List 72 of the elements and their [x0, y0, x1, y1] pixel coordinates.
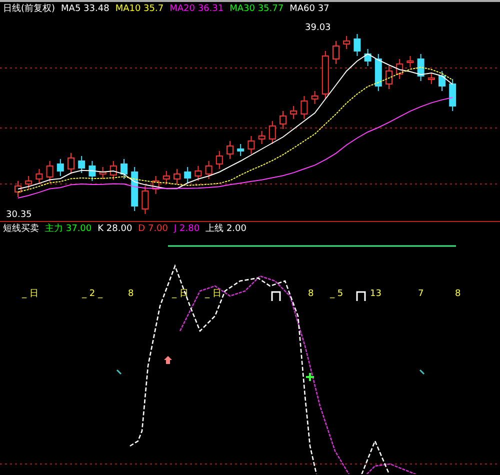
candlestick: [226, 140, 234, 160]
candlestick: [396, 58, 404, 80]
legend-item: J 2.80: [174, 224, 200, 234]
legend-item: MA60 37: [290, 4, 330, 14]
signal-count-label: 13: [370, 289, 382, 299]
candlestick: [268, 120, 276, 144]
tick-icon: [116, 369, 122, 375]
candlestick: [216, 150, 223, 170]
candlestick: [280, 110, 286, 130]
candlestick: [56, 158, 64, 176]
candlestick: [417, 54, 424, 82]
candlestick: [68, 152, 74, 174]
candlestick: [290, 106, 298, 120]
candlestick: [438, 70, 446, 92]
plus-icon: [305, 372, 315, 382]
candlestick: [343, 36, 350, 50]
candlestick: [14, 180, 22, 198]
candlestick: [322, 50, 329, 100]
candlestick: [248, 136, 255, 154]
candlestick: [162, 170, 170, 184]
legend-item: MA5 33.48: [61, 4, 110, 14]
candlestick: [131, 166, 138, 212]
candlestick: [205, 160, 212, 180]
candlestick: [120, 158, 128, 180]
candlestick: [142, 186, 149, 214]
signal-count-label: _ 2 _: [82, 289, 102, 299]
signal-count-label: _ 日: [172, 289, 188, 299]
candlestick: [374, 54, 382, 92]
candlestick: [25, 176, 32, 190]
candlestick: [258, 130, 266, 144]
candlestick: [99, 166, 106, 180]
candlestick: [184, 166, 192, 184]
candlestick: [449, 78, 456, 112]
candlestick: [88, 160, 96, 182]
up-arrow-icon: [164, 356, 172, 364]
bracket-icon: [356, 291, 366, 301]
signal-count-label: _ 日: [205, 289, 222, 299]
candlestick: [311, 90, 318, 104]
signal-count-label: 8: [455, 289, 461, 299]
signal-count-label: 7: [418, 289, 424, 299]
legend-item: MA10 35.7: [115, 4, 164, 14]
signal-count-label: 8: [128, 289, 134, 299]
tick-icon: [419, 369, 425, 375]
candlestick: [428, 72, 435, 84]
candlestick: [78, 156, 86, 174]
candlestick: [46, 160, 54, 182]
bracket-icon: [271, 291, 281, 301]
legend-item: 短线买卖: [3, 224, 39, 234]
legend-item: 上线 2.00: [206, 224, 246, 234]
candlestick: [406, 56, 414, 68]
low-price-label: 30.35: [6, 210, 32, 220]
legend-item: D 7.00: [138, 224, 168, 234]
signal-count-label: _ 日: [22, 289, 38, 299]
candlestick: [194, 166, 202, 182]
candlestick: [332, 40, 340, 64]
candlestick: [174, 168, 180, 184]
signal-count-label: _ 5: [330, 289, 344, 299]
legend-item: MA30 35.77: [230, 4, 284, 14]
candlestick: [364, 48, 372, 66]
candlestick: [152, 176, 160, 194]
candlestick: [354, 34, 361, 56]
legend-item: K 28.00: [98, 224, 132, 234]
legend-item: 日线(前复权): [3, 4, 56, 14]
high-price-label: 39.03: [305, 23, 331, 33]
candlestick: [237, 144, 244, 156]
candlestick: [36, 168, 43, 184]
signal-count-label: 8: [308, 289, 314, 299]
candlestick: [300, 96, 308, 120]
candlestick: [110, 160, 117, 180]
candlestick: [386, 66, 392, 90]
legend-item: 主力 37.00: [45, 224, 92, 234]
legend-item: MA20 36.31: [170, 4, 224, 14]
